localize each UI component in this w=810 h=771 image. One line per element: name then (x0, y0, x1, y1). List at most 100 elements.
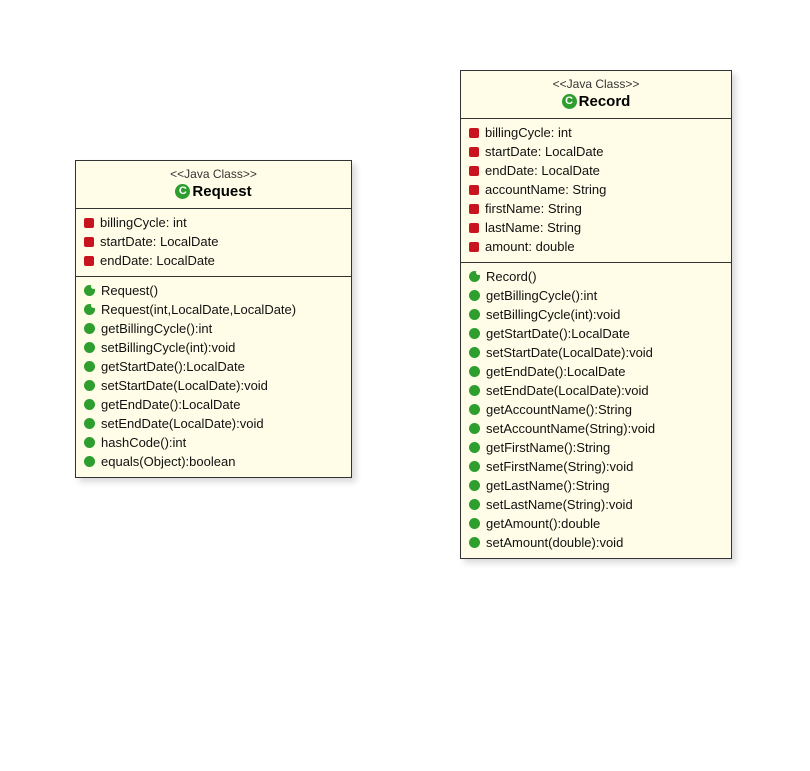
method-row: getFirstName():String (469, 438, 723, 457)
method-row: getEndDate():LocalDate (84, 395, 343, 414)
attributes-section: billingCycle: int startDate: LocalDate e… (461, 119, 731, 263)
attribute-label: endDate: LocalDate (100, 253, 215, 268)
class-name-row: C Record (562, 93, 631, 110)
method-label: getEndDate():LocalDate (101, 397, 240, 412)
method-icon (469, 518, 480, 529)
attribute-label: amount: double (485, 239, 575, 254)
field-icon (469, 128, 479, 138)
method-row: setAccountName(String):void (469, 419, 723, 438)
method-icon (469, 404, 480, 415)
method-label: getAmount():double (486, 516, 600, 531)
method-row: setBillingCycle(int):void (84, 338, 343, 357)
method-label: setStartDate(LocalDate):void (486, 345, 653, 360)
method-icon (469, 309, 480, 320)
field-icon (469, 204, 479, 214)
method-icon (469, 499, 480, 510)
method-label: setFirstName(String):void (486, 459, 633, 474)
uml-class-record: <<Java Class>> C Record billingCycle: in… (460, 70, 732, 559)
attribute-label: billingCycle: int (100, 215, 187, 230)
method-row: setStartDate(LocalDate):void (84, 376, 343, 395)
field-icon (84, 237, 94, 247)
method-label: getLastName():String (486, 478, 610, 493)
method-row: setStartDate(LocalDate):void (469, 343, 723, 362)
field-icon (84, 218, 94, 228)
method-icon (84, 380, 95, 391)
method-row: setBillingCycle(int):void (469, 305, 723, 324)
method-icon (469, 328, 480, 339)
attribute-row: startDate: LocalDate (469, 142, 723, 161)
method-row: equals(Object):boolean (84, 452, 343, 471)
field-icon (469, 185, 479, 195)
method-label: getStartDate():LocalDate (486, 326, 630, 341)
attribute-label: accountName: String (485, 182, 606, 197)
class-header: <<Java Class>> C Request (76, 161, 351, 209)
method-row: setAmount(double):void (469, 533, 723, 552)
method-icon (469, 480, 480, 491)
method-row: setLastName(String):void (469, 495, 723, 514)
method-label: getFirstName():String (486, 440, 610, 455)
method-icon (469, 461, 480, 472)
method-row: Request(int,LocalDate,LocalDate) (84, 300, 343, 319)
method-icon (469, 537, 480, 548)
method-row: getStartDate():LocalDate (469, 324, 723, 343)
method-label: equals(Object):boolean (101, 454, 235, 469)
constructor-icon (84, 304, 95, 315)
stereotype-label: <<Java Class>> (86, 167, 341, 181)
method-icon (469, 366, 480, 377)
method-row: Request() (84, 281, 343, 300)
method-label: hashCode():int (101, 435, 186, 450)
method-icon (84, 323, 95, 334)
method-label: setAccountName(String):void (486, 421, 655, 436)
method-row: getBillingCycle():int (84, 319, 343, 338)
attribute-row: endDate: LocalDate (469, 161, 723, 180)
class-header: <<Java Class>> C Record (461, 71, 731, 119)
method-row: getLastName():String (469, 476, 723, 495)
method-row: getEndDate():LocalDate (469, 362, 723, 381)
method-icon (469, 442, 480, 453)
method-label: getBillingCycle():int (486, 288, 597, 303)
method-icon (469, 347, 480, 358)
attribute-row: lastName: String (469, 218, 723, 237)
method-label: setEndDate(LocalDate):void (486, 383, 649, 398)
attribute-row: amount: double (469, 237, 723, 256)
method-row: setEndDate(LocalDate):void (84, 414, 343, 433)
method-label: Request(int,LocalDate,LocalDate) (101, 302, 296, 317)
method-label: getAccountName():String (486, 402, 632, 417)
field-icon (84, 256, 94, 266)
attribute-row: firstName: String (469, 199, 723, 218)
method-row: getAmount():double (469, 514, 723, 533)
class-icon: C (175, 184, 190, 199)
method-row: getAccountName():String (469, 400, 723, 419)
method-icon (84, 437, 95, 448)
method-label: setStartDate(LocalDate):void (101, 378, 268, 393)
method-row: Record() (469, 267, 723, 286)
attribute-row: billingCycle: int (84, 213, 343, 232)
attributes-section: billingCycle: int startDate: LocalDate e… (76, 209, 351, 277)
field-icon (469, 223, 479, 233)
class-name: Record (579, 93, 631, 110)
method-icon (469, 423, 480, 434)
attribute-row: billingCycle: int (469, 123, 723, 142)
attribute-row: endDate: LocalDate (84, 251, 343, 270)
class-name-row: C Request (175, 183, 251, 200)
method-row: getStartDate():LocalDate (84, 357, 343, 376)
method-label: Record() (486, 269, 537, 284)
method-label: setBillingCycle(int):void (101, 340, 235, 355)
field-icon (469, 166, 479, 176)
method-label: setLastName(String):void (486, 497, 633, 512)
method-icon (84, 361, 95, 372)
attribute-label: firstName: String (485, 201, 582, 216)
methods-section: Record() getBillingCycle():int setBillin… (461, 263, 731, 558)
method-row: getBillingCycle():int (469, 286, 723, 305)
field-icon (469, 147, 479, 157)
method-icon (469, 385, 480, 396)
attribute-label: billingCycle: int (485, 125, 572, 140)
method-row: setEndDate(LocalDate):void (469, 381, 723, 400)
method-label: getStartDate():LocalDate (101, 359, 245, 374)
method-label: setBillingCycle(int):void (486, 307, 620, 322)
field-icon (469, 242, 479, 252)
methods-section: Request() Request(int,LocalDate,LocalDat… (76, 277, 351, 477)
method-icon (469, 290, 480, 301)
class-name: Request (192, 183, 251, 200)
method-row: hashCode():int (84, 433, 343, 452)
